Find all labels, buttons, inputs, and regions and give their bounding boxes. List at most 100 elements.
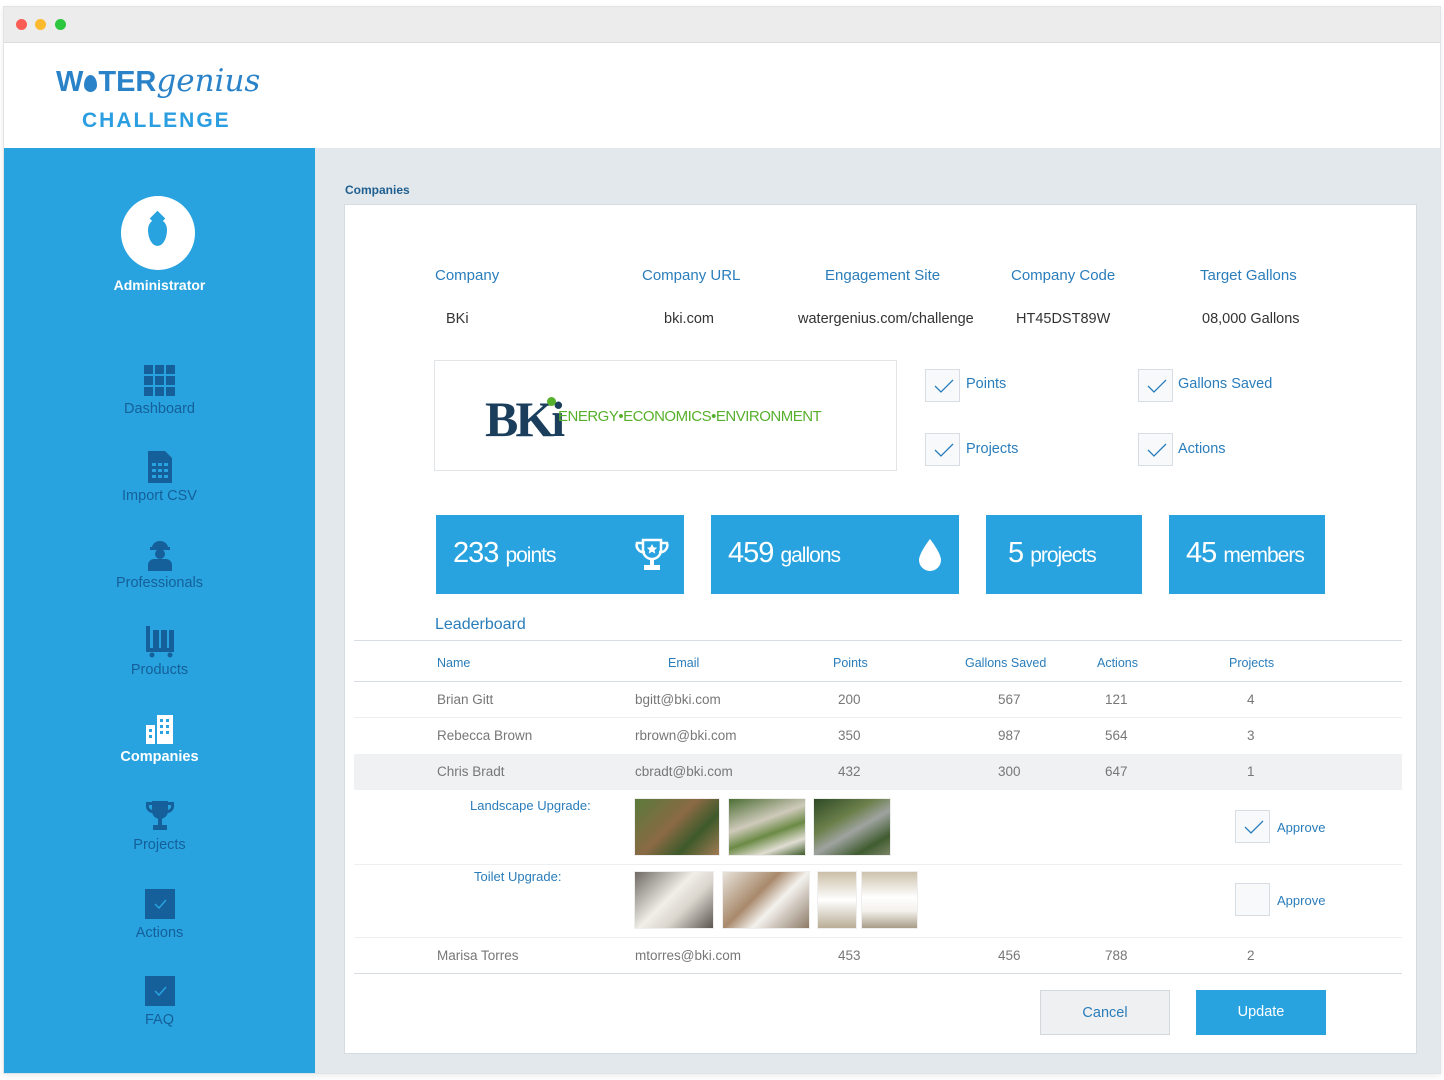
approve-toilet-checkbox[interactable]	[1235, 883, 1270, 916]
cell-gallons: 456	[998, 948, 1021, 963]
stat-value: 5	[1008, 537, 1024, 569]
divider	[354, 864, 1402, 865]
app-header: W TERgenius CHALLENGE	[4, 43, 1440, 148]
project-photo[interactable]	[813, 798, 891, 856]
engagement-site[interactable]: watergenius.com/challenge	[798, 311, 974, 327]
company-card: Company Company URL Engagement Site Comp…	[344, 204, 1417, 1054]
sidebar-item-label: Import CSV	[122, 488, 197, 504]
update-button[interactable]: Update	[1196, 990, 1326, 1035]
cell-name: Marisa Torres	[437, 948, 519, 963]
approve-landscape-checkbox[interactable]	[1235, 810, 1270, 843]
column-header-points[interactable]: Points	[833, 656, 868, 670]
cell-email: mtorres@bki.com	[635, 948, 741, 963]
company-name: BKi	[446, 311, 469, 327]
option-points-checkbox[interactable]	[925, 369, 960, 402]
company-logo[interactable]: BKi ENERGY•ECONOMICS•ENVIRONMENT	[434, 360, 897, 471]
stat-value: 233	[453, 537, 499, 569]
project-photo[interactable]	[634, 871, 714, 929]
approve-label: Approve	[1277, 893, 1326, 908]
app-logo[interactable]: W TERgenius	[56, 63, 260, 99]
stat-value: 459	[728, 537, 774, 569]
target-gallons: 08,000 Gallons	[1202, 311, 1300, 327]
option-projects-checkbox[interactable]	[925, 433, 960, 466]
close-window-button[interactable]	[16, 19, 27, 30]
cell-email: rbrown@bki.com	[635, 728, 737, 743]
check-icon	[934, 443, 954, 457]
cell-points: 200	[838, 692, 861, 707]
sidebar-item-projects[interactable]: Projects	[4, 799, 315, 853]
project-photo[interactable]	[728, 798, 806, 856]
table-row-selected[interactable]: Chris Bradt cbradt@bki.com 432 300 647 1	[354, 754, 1402, 790]
stat-unit: projects	[1030, 544, 1097, 567]
trophy-icon	[145, 801, 174, 830]
logo-subtitle: CHALLENGE	[82, 109, 231, 132]
cell-points: 350	[838, 728, 861, 743]
table-row[interactable]: Brian Gitt bgitt@bki.com 200 567 121 4	[354, 682, 1402, 718]
checkbox-icon	[144, 889, 175, 919]
column-header-projects[interactable]: Projects	[1229, 656, 1274, 670]
user-role: Administrator	[113, 277, 206, 293]
sidebar-item-label: Dashboard	[124, 401, 195, 417]
divider	[354, 640, 1402, 641]
option-label: Gallons Saved	[1178, 376, 1273, 392]
drop-icon	[84, 75, 98, 92]
option-label: Projects	[966, 441, 1019, 457]
sidebar-item-products[interactable]: Products	[4, 624, 315, 678]
option-label: Points	[966, 376, 1007, 392]
option-actions-checkbox[interactable]	[1138, 433, 1173, 466]
cell-points: 453	[838, 948, 861, 963]
leaderboard-title: Leaderboard	[435, 616, 526, 633]
sidebar-item-label: Companies	[120, 749, 199, 765]
minimize-window-button[interactable]	[35, 19, 46, 30]
header-company-code: Company Code	[1011, 267, 1116, 284]
cell-email: bgitt@bki.com	[635, 692, 721, 707]
cancel-button[interactable]: Cancel	[1040, 990, 1170, 1035]
project-label: Landscape Upgrade:	[470, 798, 591, 813]
project-label: Toilet Upgrade:	[474, 869, 562, 884]
checkbox-icon	[144, 976, 175, 1006]
cell-email: cbradt@bki.com	[635, 764, 733, 779]
company-code: HT45DST89W	[1016, 311, 1111, 327]
divider	[354, 973, 1402, 974]
sidebar-item-label: Projects	[133, 837, 186, 853]
sidebar-item-companies[interactable]: Companies	[4, 711, 315, 765]
stat-unit: members	[1223, 544, 1305, 567]
logo-word: W TER	[56, 66, 157, 98]
avatar[interactable]	[121, 196, 195, 270]
project-photo[interactable]	[861, 871, 918, 929]
company-url[interactable]: bki.com	[664, 311, 714, 327]
option-label: Actions	[1178, 441, 1226, 457]
stat-projects: 5 projects	[986, 515, 1142, 594]
worker-icon	[147, 541, 172, 571]
column-header-actions[interactable]: Actions	[1097, 656, 1138, 670]
project-photo[interactable]	[722, 871, 810, 929]
sidebar-item-professionals[interactable]: Professionals	[4, 537, 315, 591]
sidebar-item-faq[interactable]: FAQ	[4, 974, 315, 1028]
column-header-gallons-saved[interactable]: Gallons Saved	[965, 656, 1046, 670]
cell-actions: 647	[1105, 764, 1128, 779]
option-gallons-saved-checkbox[interactable]	[1138, 369, 1173, 402]
sidebar: Administrator Dashboard Import CSV Profe…	[4, 148, 315, 1073]
column-header-email[interactable]: Email	[668, 656, 699, 670]
stat-unit: gallons	[780, 544, 841, 567]
cell-actions: 564	[1105, 728, 1128, 743]
cell-gallons: 567	[998, 692, 1021, 707]
header-engagement-site: Engagement Site	[825, 267, 941, 284]
sidebar-item-actions[interactable]: Actions	[4, 887, 315, 941]
header-company: Company	[435, 267, 500, 284]
sidebar-item-import-csv[interactable]: Import CSV	[4, 450, 315, 504]
header-company-url: Company URL	[642, 267, 741, 284]
column-header-name[interactable]: Name	[437, 656, 470, 670]
maximize-window-button[interactable]	[55, 19, 66, 30]
table-row[interactable]: Marisa Torres mtorres@bki.com 453 456 78…	[354, 938, 1402, 974]
sidebar-item-dashboard[interactable]: Dashboard	[4, 363, 315, 417]
sidebar-item-label: Products	[130, 662, 189, 678]
project-photo[interactable]	[817, 871, 857, 929]
check-icon	[934, 379, 954, 393]
cell-points: 432	[838, 764, 861, 779]
sidebar-item-label: Professionals	[115, 575, 204, 591]
logo-tagline: ENERGY•ECONOMICS•ENVIRONMENT	[558, 408, 822, 425]
logo-genius: genius	[156, 63, 261, 99]
table-row[interactable]: Rebecca Brown rbrown@bki.com 350 987 564…	[354, 718, 1402, 754]
project-photo[interactable]	[634, 798, 720, 856]
